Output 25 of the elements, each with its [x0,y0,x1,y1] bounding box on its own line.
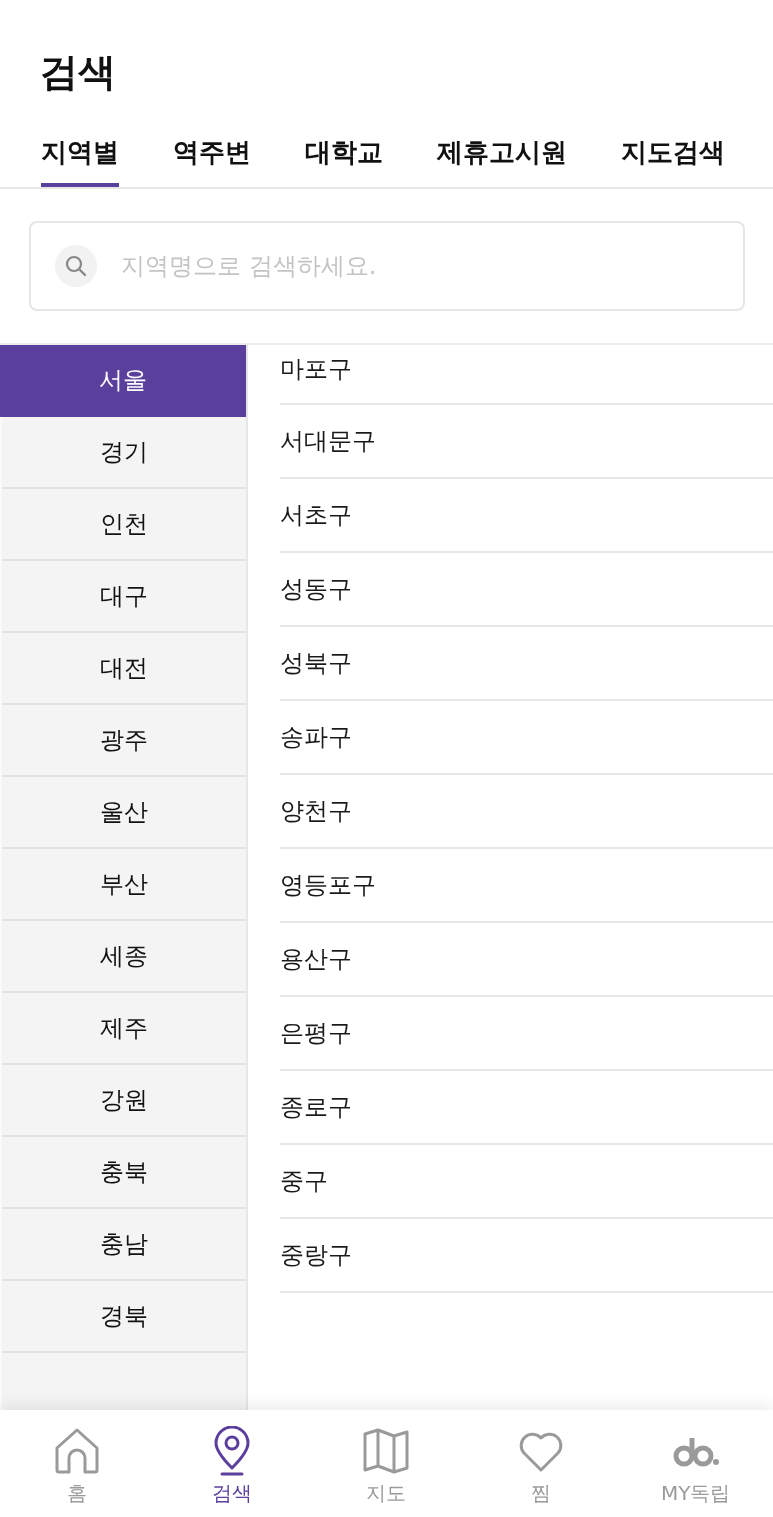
category-tab[interactable]: 역주변 [173,120,251,187]
district-item[interactable]: 은평구 [280,997,773,1071]
home-icon [53,1426,102,1476]
category-tab[interactable]: 제휴고시원 [437,120,567,187]
district-item[interactable]: 송파구 [280,701,773,775]
search-icon [55,245,97,287]
nav-item[interactable]: 검색 [154,1410,310,1517]
category-tab[interactable]: 지도검색 [621,120,725,187]
district-item[interactable]: 중구 [280,1145,773,1219]
district-item[interactable]: 성동구 [280,553,773,627]
region-item[interactable]: 서울 [0,345,246,417]
district-item[interactable]: 중랑구 [280,1219,773,1293]
district-item[interactable]: 양천구 [280,775,773,849]
map-icon [362,1426,411,1476]
district-item[interactable]: 마포구 [280,345,773,405]
district-item[interactable]: 영등포구 [280,849,773,923]
category-tab[interactable]: 지역별 [41,120,119,187]
district-item[interactable]: 종로구 [280,1071,773,1145]
search-field[interactable]: 지역명으로 검색하세요. [29,221,745,311]
district-item[interactable]: 서대문구 [280,405,773,479]
district-item[interactable]: 서초구 [280,479,773,553]
district-item[interactable]: 용산구 [280,923,773,997]
district-item[interactable]: 성북구 [280,627,773,701]
page-title: 검색 [40,50,116,94]
category-tab[interactable]: 대학교 [305,120,383,187]
